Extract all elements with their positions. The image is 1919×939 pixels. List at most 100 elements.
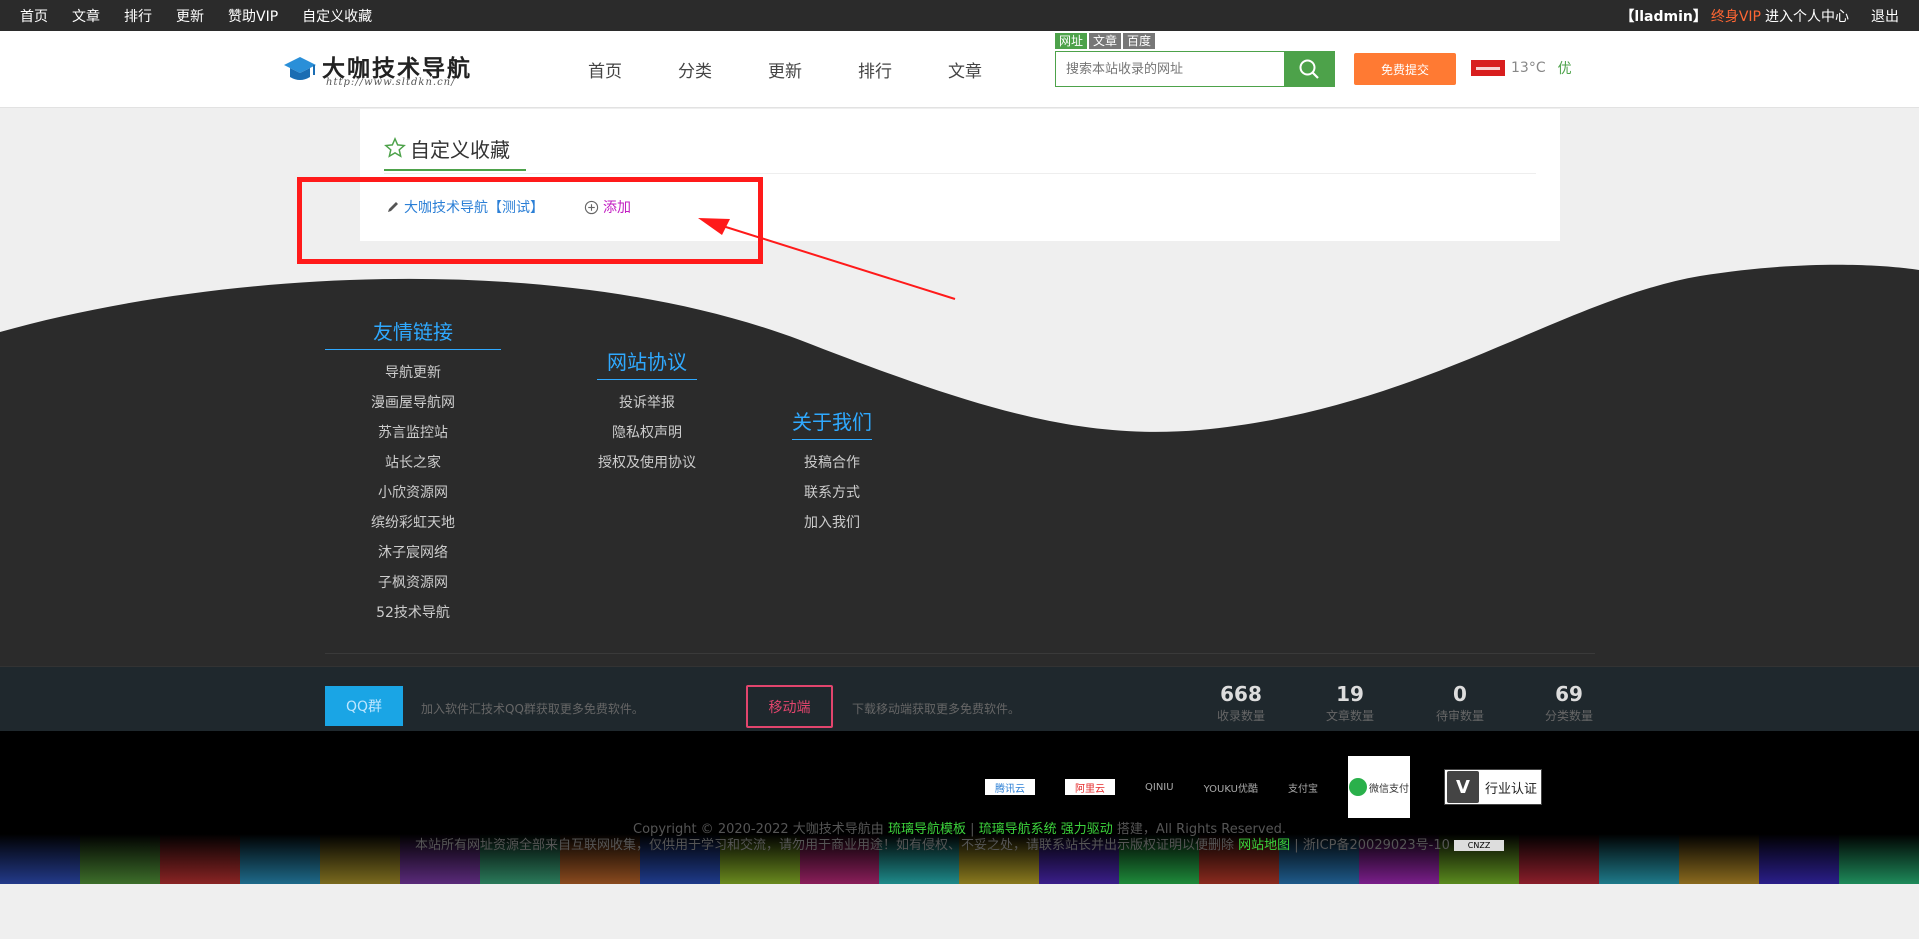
wechat-pay-badge: 微信支付 [1347, 756, 1410, 818]
weather-widget: 13°C 优 [1471, 58, 1572, 78]
logout-link[interactable]: 退出 [1871, 6, 1899, 26]
mobile-text: 下载移动端获取更多免费软件。 [852, 702, 1021, 716]
search-tab-articles[interactable]: 文章 [1089, 33, 1122, 49]
stat-label: 收录数量 [1216, 709, 1265, 723]
disclaimer-text: 本站所有网址资源全部来自互联网收集，仅供用于学习和交流，请勿用于商业用途！如有侵… [414, 838, 1234, 853]
user-center-link[interactable]: 进入个人中心 [1765, 6, 1849, 26]
site-logo[interactable]: 大咖技术导航 http://www.sltdkn.cn/ [282, 49, 512, 93]
agreement-link[interactable]: 授权及使用协议 [597, 448, 697, 478]
weather-icon [1471, 60, 1505, 76]
friend-link[interactable]: 缤纷彩虹天地 [325, 508, 501, 538]
partner-logos: 腾讯云 阿里云 QINIU YOUKU优酷 支付宝 微信支付 V 行业认证 [985, 756, 1542, 818]
wechat-pay-label: 微信支付 [1368, 783, 1409, 795]
search-button[interactable] [1284, 52, 1334, 86]
friend-link[interactable]: 沐子宸网络 [325, 538, 501, 568]
search-input[interactable] [1056, 52, 1284, 86]
top-link-vip[interactable]: 赞助VIP [228, 6, 278, 26]
verified-icon: V [1446, 771, 1479, 803]
stat-articles: 19 文章数量 [1305, 683, 1395, 724]
stat-number: 69 [1555, 682, 1583, 706]
logo-url: http://www.sltdkn.cn/ [326, 77, 456, 88]
graduation-cap-icon [284, 57, 316, 80]
agreement-column: 网站协议 投诉举报 隐私权声明 授权及使用协议 [597, 346, 697, 478]
search-box [1055, 51, 1335, 87]
stats-bar: QQ群 加入软件汇技术QQ群获取更多免费软件。 移动端 下载移动端获取更多免费软… [0, 666, 1919, 731]
disclaimer-line: 本站所有网址资源全部来自互联网收集，仅供用于学习和交流，请勿用于商业用途！如有侵… [0, 834, 1919, 853]
stat-number: 668 [1220, 682, 1262, 706]
search-tab-baidu[interactable]: 百度 [1123, 33, 1156, 49]
friend-link[interactable]: 漫画屋导航网 [325, 388, 501, 418]
stat-label: 分类数量 [1544, 709, 1593, 723]
friend-link[interactable]: 子枫资源网 [325, 568, 501, 598]
qq-group-button[interactable]: QQ群 [325, 686, 403, 726]
nav-ranking[interactable]: 排行 [830, 57, 920, 82]
friend-links-title: 友情链接 [325, 316, 501, 350]
search-icon [1299, 59, 1319, 79]
top-links: 首页 文章 排行 更新 赞助VIP 自定义收藏 [20, 0, 396, 31]
icp-number[interactable]: | 浙ICP备20029023号-10 [1294, 838, 1450, 853]
username: 【lladmin】 [1620, 8, 1707, 25]
top-link-articles[interactable]: 文章 [72, 6, 100, 26]
friend-link[interactable]: 苏言监控站 [325, 418, 501, 448]
friend-link[interactable]: 导航更新 [325, 358, 501, 388]
top-link-updates[interactable]: 更新 [176, 6, 204, 26]
nav-articles[interactable]: 文章 [920, 57, 1010, 82]
mobile-button[interactable]: 移动端 [746, 685, 833, 728]
partner-alipay: 支付宝 [1287, 783, 1318, 795]
about-link[interactable]: 加入我们 [792, 508, 872, 538]
nav-home[interactable]: 首页 [560, 57, 650, 82]
stat-label: 待审数量 [1435, 709, 1484, 723]
stat-sites: 668 收录数量 [1196, 683, 1286, 724]
wechat-icon [1348, 778, 1367, 796]
main-nav: 首页 分类 更新 排行 文章 [560, 31, 1010, 108]
friend-link[interactable]: 小欣资源网 [325, 478, 501, 508]
nav-category[interactable]: 分类 [650, 57, 740, 82]
top-link-favorites[interactable]: 自定义收藏 [302, 6, 372, 26]
partner-aliyun: 阿里云 [1065, 779, 1115, 795]
favorites-title: 自定义收藏 [384, 127, 526, 171]
partner-qiniu: QINIU [1145, 781, 1174, 793]
nav-updates[interactable]: 更新 [740, 57, 830, 82]
sitemap-link[interactable]: 网站地图 [1238, 838, 1290, 853]
favorites-title-text: 自定义收藏 [410, 137, 510, 162]
divider [384, 173, 1536, 174]
friend-links-list: 导航更新 漫画屋导航网 苏言监控站 站长之家 小欣资源网 缤纷彩虹天地 沐子宸网… [325, 358, 501, 628]
about-list: 投稿合作 联系方式 加入我们 [792, 448, 872, 538]
partner-tencent-cloud: 腾讯云 [985, 779, 1035, 795]
stat-number: 19 [1336, 682, 1364, 706]
about-link[interactable]: 联系方式 [792, 478, 872, 508]
agreement-title: 网站协议 [597, 346, 697, 380]
agreement-list: 投诉举报 隐私权声明 授权及使用协议 [597, 388, 697, 478]
search-tabs: 网址 文章 百度 [1055, 33, 1156, 49]
top-bar: 首页 文章 排行 更新 赞助VIP 自定义收藏 【lladmin】 终身VIP … [0, 0, 1919, 31]
about-title: 关于我们 [792, 406, 872, 440]
top-link-home[interactable]: 首页 [20, 6, 48, 26]
about-link[interactable]: 投稿合作 [792, 448, 872, 478]
stat-categories: 69 分类数量 [1524, 683, 1614, 724]
site-bottom: 腾讯云 阿里云 QINIU YOUKU优酷 支付宝 微信支付 V 行业认证 Co… [0, 731, 1919, 884]
star-icon [384, 137, 406, 158]
stat-label: 文章数量 [1325, 709, 1374, 723]
top-link-ranking[interactable]: 排行 [124, 6, 152, 26]
partner-youku: YOUKU优酷 [1203, 783, 1258, 795]
air-quality: 优 [1557, 61, 1572, 77]
stat-pending: 0 待审数量 [1415, 683, 1505, 724]
stat-number: 0 [1453, 682, 1467, 706]
vip-badge: 终身VIP [1710, 8, 1761, 25]
free-submit-button[interactable]: 免费提交 [1354, 53, 1456, 85]
temperature: 13°C [1511, 60, 1546, 76]
friend-links-column: 友情链接 导航更新 漫画屋导航网 苏言监控站 站长之家 小欣资源网 缤纷彩虹天地… [325, 316, 501, 628]
agreement-link[interactable]: 隐私权声明 [597, 418, 697, 448]
user-area: 【lladmin】 终身VIP 进入个人中心 退出 [1620, 0, 1899, 31]
friend-link[interactable]: 站长之家 [325, 448, 501, 478]
about-column: 关于我们 投稿合作 联系方式 加入我们 [792, 406, 872, 538]
footer-wave-background [0, 264, 1919, 666]
agreement-link[interactable]: 投诉举报 [597, 388, 697, 418]
site-header: 大咖技术导航 http://www.sltdkn.cn/ 首页 分类 更新 排行… [0, 31, 1919, 108]
cert-label: 行业认证 [1484, 781, 1537, 797]
annotation-highlight-box [297, 177, 763, 264]
friend-link[interactable]: 52技术导航 [325, 598, 501, 628]
search-tab-sites[interactable]: 网址 [1055, 33, 1088, 49]
industry-cert-badge: V 行业认证 [1443, 769, 1542, 805]
cnzz-badge[interactable]: CNZZ [1454, 840, 1505, 851]
